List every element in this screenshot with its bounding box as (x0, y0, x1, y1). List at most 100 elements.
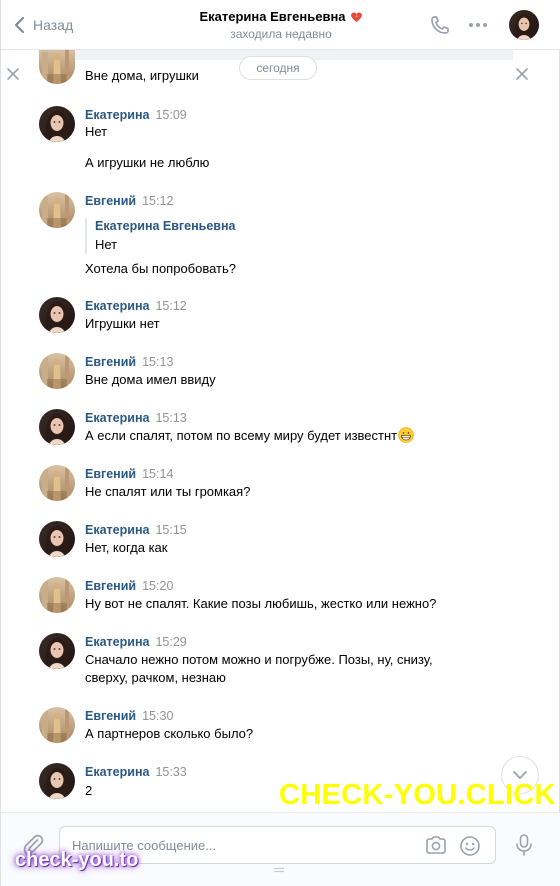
message-time[interactable]: 15:09 (155, 108, 186, 122)
avatar[interactable] (39, 577, 75, 613)
message-text: Игрушки нет (85, 316, 160, 331)
avatar-image (39, 192, 75, 228)
message-author[interactable]: Екатерина (85, 108, 149, 122)
chat-title-block[interactable]: Екатерина Евгеньевна заходила недавно (151, 9, 411, 41)
avatar-image (39, 297, 75, 333)
message-author[interactable]: Екатерина (85, 765, 149, 779)
close-icon[interactable] (5, 66, 21, 82)
message-text: Ну вот не спалят. Какие позы любишь, жес… (85, 596, 437, 611)
avatar-image (39, 409, 75, 445)
message-time[interactable]: 15:13 (155, 411, 186, 425)
date-separator: сегодня (239, 56, 317, 80)
message-text: Нет, когда как (85, 540, 168, 555)
avatar[interactable] (39, 50, 75, 84)
message-meta: Евгений 15:20 (85, 578, 173, 594)
quote-author: Екатерина Евгеньевна (95, 219, 236, 233)
avatar-image (39, 353, 75, 389)
message-author[interactable]: Екатерина (85, 635, 149, 649)
message-author[interactable]: Евгений (85, 709, 136, 723)
message-meta: Екатерина 15:33 (85, 764, 187, 780)
avatar-image (509, 10, 539, 40)
message-text: А партнеров сколько было? (85, 726, 254, 741)
watermark-text: CHECK-YOU.CLICK (279, 779, 556, 811)
camera-icon[interactable] (425, 835, 447, 855)
chat-status: заходила недавно (230, 27, 332, 41)
quoted-message[interactable]: Екатерина Евгеньевна Нет (85, 218, 235, 254)
message: Екатерина 15:09 Нет А игрушки не люблю (39, 106, 519, 176)
message-author[interactable]: Екатерина (85, 523, 149, 537)
message-author[interactable]: Евгений (85, 467, 136, 481)
message-time[interactable]: 15:15 (155, 523, 186, 537)
message-meta: Екатерина 15:29 (85, 634, 187, 650)
message-composer: check-you.to (1, 812, 560, 886)
avatar[interactable] (39, 521, 75, 557)
message: Евгений 15:13 Вне дома имел ввиду (39, 353, 519, 393)
message-text: Сначало нежно потом можно и погрубже. По… (85, 652, 433, 667)
avatar[interactable] (39, 409, 75, 445)
message-time[interactable]: 15:12 (142, 194, 173, 208)
avatar-image (39, 106, 75, 142)
phone-icon[interactable] (429, 14, 451, 36)
message-author[interactable]: Екатерина (85, 299, 149, 313)
avatar-image (39, 50, 75, 84)
message-meta: Екатерина 15:12 (85, 298, 187, 314)
message-meta: Екатерина 15:09 (85, 107, 187, 123)
message-text: Хотела бы попробовать? (85, 261, 237, 276)
avatar[interactable] (39, 763, 75, 799)
avatar-image (39, 763, 75, 799)
message-meta: Евгений 15:14 (85, 466, 173, 482)
avatar[interactable] (39, 633, 75, 669)
message-text: Нет (85, 124, 108, 139)
message-author[interactable]: Евгений (85, 355, 136, 369)
quote-text: Нет (95, 237, 118, 252)
avatar[interactable] (39, 353, 75, 389)
message: Евгений 15:14 Не спалят или ты громкая? (39, 465, 519, 505)
resize-grip-icon[interactable] (273, 867, 285, 873)
message: Евгений 15:12 Екатерина Евгеньевна Нет Хо… (39, 192, 519, 284)
avatar[interactable] (39, 707, 75, 743)
message-time[interactable]: 15:30 (142, 709, 173, 723)
avatar-image (39, 577, 75, 613)
watermark-logo-text: check-you.to (15, 849, 139, 871)
avatar[interactable] (39, 297, 75, 333)
chat-title-text: Екатерина Евгеньевна (199, 9, 346, 24)
message-time[interactable]: 15:29 (155, 635, 186, 649)
more-dots-icon[interactable] (467, 14, 489, 36)
smile-icon[interactable] (459, 835, 481, 857)
chat-header: Назад Екатерина Евгеньевна заходила неда… (1, 0, 560, 50)
avatar-image (39, 465, 75, 501)
avatar[interactable] (39, 192, 75, 228)
message-author[interactable]: Екатерина (85, 411, 149, 425)
back-button[interactable]: Назад (13, 14, 73, 36)
message-text-content: А если спалят, потом по всему миру будет… (85, 428, 398, 443)
chat-title: Екатерина Евгеньевна (199, 9, 362, 24)
message-time[interactable]: 15:13 (142, 355, 173, 369)
avatar-image (39, 633, 75, 669)
message-text: Не спалят или ты громкая? (85, 484, 251, 499)
message-meta: Екатерина 15:13 (85, 410, 187, 426)
chat-window: Назад Екатерина Евгеньевна заходила неда… (0, 0, 560, 886)
message: Евгений 15:30 А партнеров сколько было? (39, 707, 519, 747)
avatar[interactable] (39, 465, 75, 501)
avatar-image (39, 707, 75, 743)
message-time[interactable]: 15:14 (142, 467, 173, 481)
message-time[interactable]: 15:20 (142, 579, 173, 593)
message-text: Вне дома имел ввиду (85, 372, 216, 387)
message-meta: Евгений 15:30 (85, 708, 173, 724)
message-time[interactable]: 15:33 (155, 765, 186, 779)
message-author[interactable]: Евгений (85, 194, 136, 208)
message-text: А игрушки не люблю (85, 155, 210, 170)
message: Екатерина 15:15 Нет, когда как (39, 521, 519, 561)
header-avatar[interactable] (509, 10, 539, 40)
message: Екатерина 15:12 Игрушки нет (39, 297, 519, 337)
heart-icon (350, 11, 362, 22)
message-time[interactable]: 15:12 (155, 299, 186, 313)
message-author[interactable]: Евгений (85, 579, 136, 593)
avatar[interactable] (39, 106, 75, 142)
message-meta: Екатерина 15:15 (85, 522, 187, 538)
message: Екатерина 15:29 Сначало нежно потом можно… (39, 633, 519, 693)
avatar-image (39, 521, 75, 557)
back-label: Назад (33, 17, 74, 33)
message: Евгений 15:20 Ну вот не спалят. Какие поз… (39, 577, 519, 617)
microphone-icon[interactable] (513, 833, 535, 857)
